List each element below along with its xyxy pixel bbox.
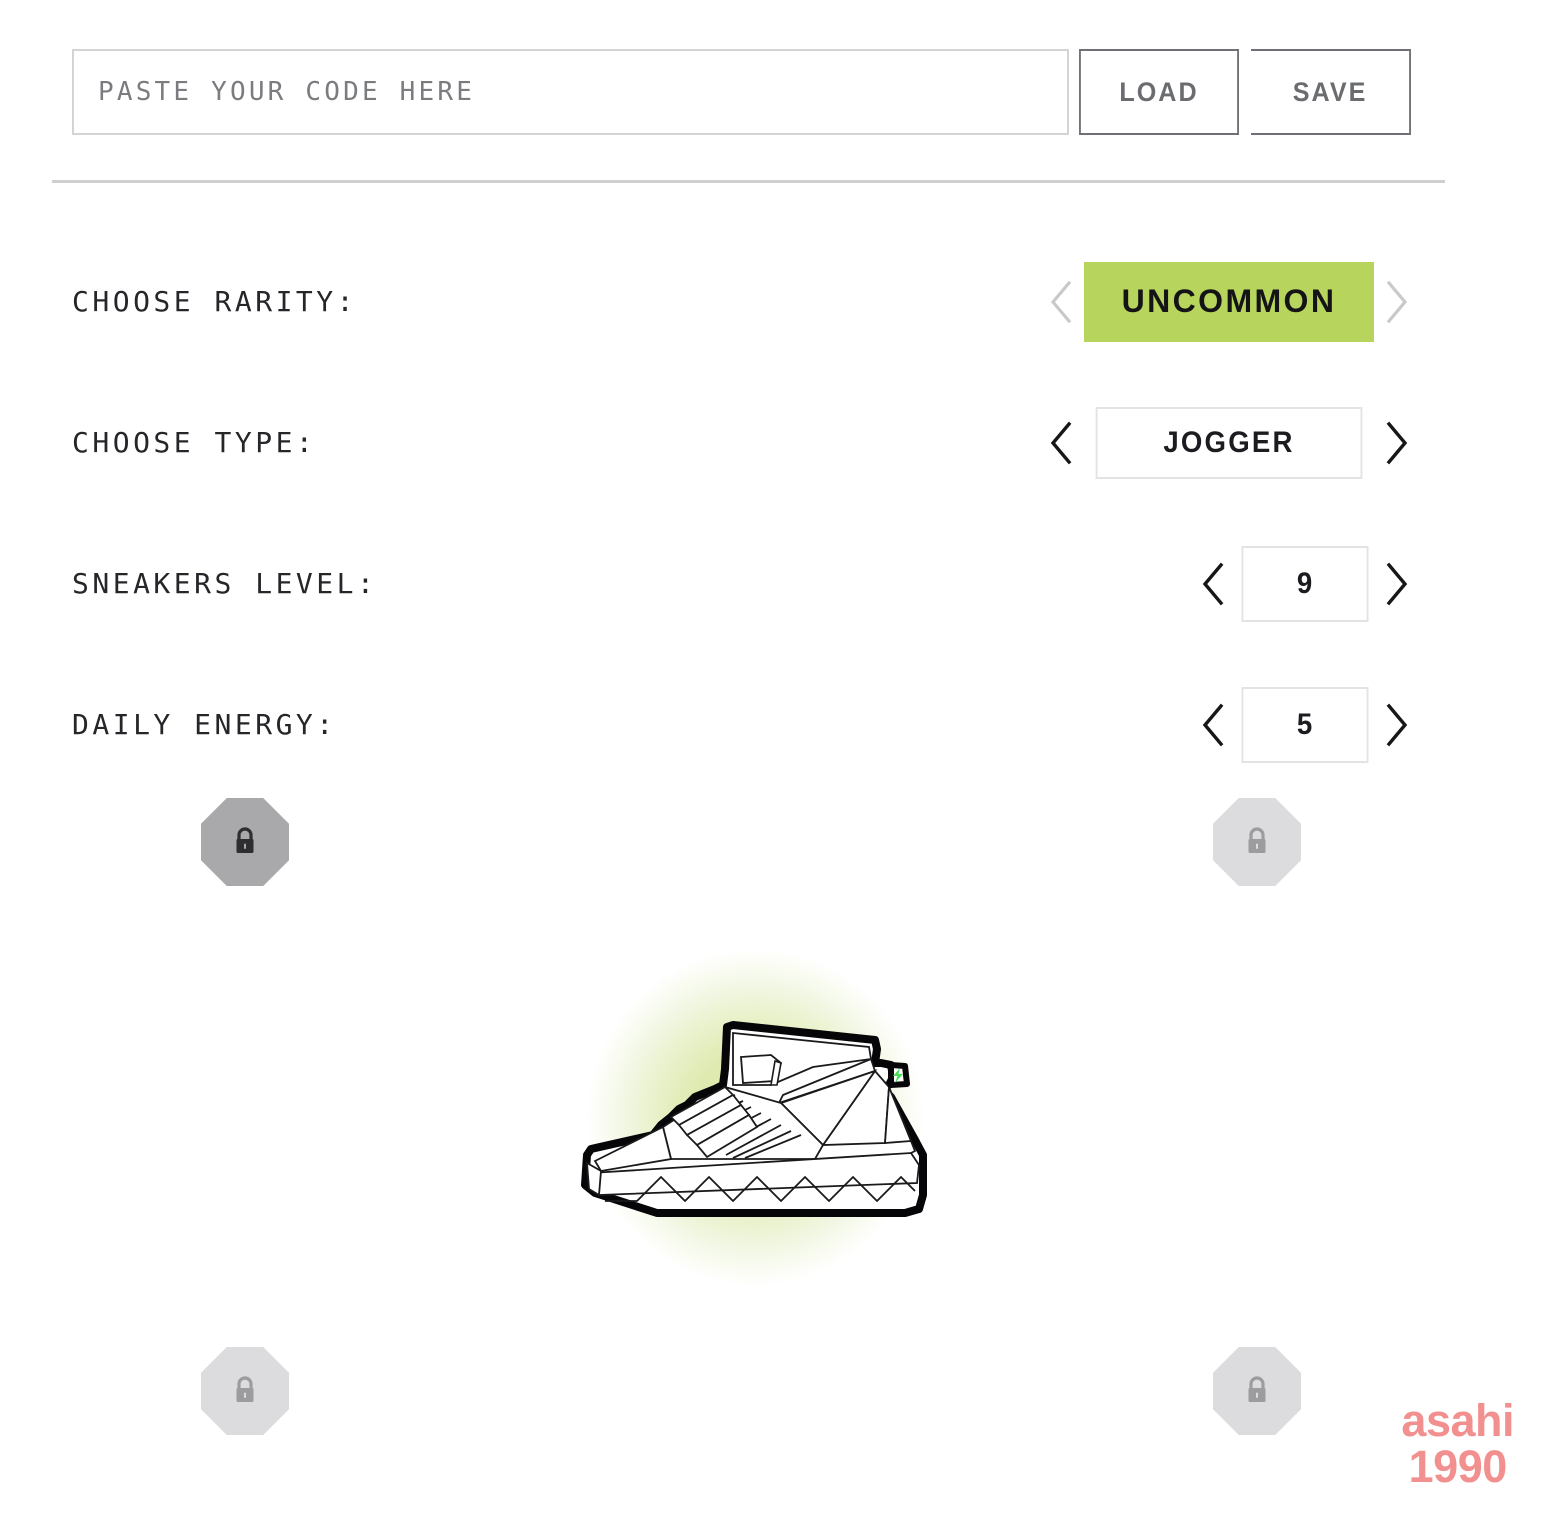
load-button-label: LOAD <box>1119 76 1199 107</box>
chevron-right-icon <box>1386 703 1408 746</box>
row-daily-energy: DAILY ENERGY: 5 <box>0 654 1552 795</box>
lock-slot-bottom-left[interactable] <box>201 1347 289 1435</box>
energy-value: 5 <box>1296 707 1314 741</box>
sneaker-configurator-page: LOAD SAVE CHOOSE RARITY: UNCOMMON <box>0 0 1552 1514</box>
stepper-type: JOGGER <box>1038 406 1420 479</box>
brand-line-1: asahi <box>1401 1395 1514 1447</box>
option-rows: CHOOSE RARITY: UNCOMMON CHOOSE TYPE: JOG… <box>0 231 1552 795</box>
row-choose-type: CHOOSE TYPE: JOGGER <box>0 372 1552 513</box>
row-choose-rarity: CHOOSE RARITY: UNCOMMON <box>0 231 1552 372</box>
header-divider <box>52 180 1445 183</box>
save-button[interactable]: SAVE <box>1251 49 1411 135</box>
chevron-right-icon <box>1386 562 1408 605</box>
lock-slot-top-left[interactable] <box>201 798 289 886</box>
lock-icon <box>236 827 254 853</box>
type-value: JOGGER <box>1163 425 1295 459</box>
type-next-button[interactable] <box>1374 415 1420 471</box>
rarity-next-button[interactable] <box>1374 274 1420 330</box>
chevron-right-icon <box>1386 280 1408 323</box>
energy-prev-button[interactable] <box>1190 697 1236 753</box>
save-button-label: SAVE <box>1292 76 1368 107</box>
label-choose-rarity: CHOOSE RARITY: <box>72 285 358 318</box>
code-toolbar: LOAD SAVE <box>72 49 1417 135</box>
chevron-left-icon <box>1050 421 1072 464</box>
level-prev-button[interactable] <box>1190 556 1236 612</box>
sneaker-illustration <box>581 1021 927 1217</box>
type-value-box[interactable]: JOGGER <box>1095 406 1363 479</box>
lock-icon <box>1248 1376 1266 1402</box>
load-button[interactable]: LOAD <box>1079 49 1239 135</box>
brand-line-2: 1990 <box>1408 1441 1508 1493</box>
chevron-right-icon <box>1386 421 1408 464</box>
stepper-level: 9 <box>1190 545 1420 622</box>
label-sneakers-level: SNEAKERS LEVEL: <box>72 567 378 600</box>
rarity-value: UNCOMMON <box>1121 283 1337 319</box>
label-choose-type: CHOOSE TYPE: <box>72 426 317 459</box>
code-input[interactable] <box>72 49 1069 135</box>
label-daily-energy: DAILY ENERGY: <box>72 708 337 741</box>
lock-icon <box>1248 827 1266 853</box>
lock-icon <box>236 1376 254 1402</box>
lock-slot-top-right[interactable] <box>1213 798 1301 886</box>
stepper-rarity: UNCOMMON <box>1038 261 1420 342</box>
rarity-prev-button[interactable] <box>1038 274 1084 330</box>
chevron-left-icon <box>1202 703 1224 746</box>
brand-logo: asahi 1990 <box>1401 1398 1514 1490</box>
energy-next-button[interactable] <box>1374 697 1420 753</box>
chevron-left-icon <box>1050 280 1072 323</box>
rarity-value-badge[interactable]: UNCOMMON <box>1084 261 1374 342</box>
level-next-button[interactable] <box>1374 556 1420 612</box>
energy-value-box[interactable]: 5 <box>1241 686 1369 763</box>
type-prev-button[interactable] <box>1038 415 1084 471</box>
level-value: 9 <box>1296 566 1314 600</box>
lock-slot-bottom-right[interactable] <box>1213 1347 1301 1435</box>
sneaker-preview-stage <box>575 945 935 1290</box>
chevron-left-icon <box>1202 562 1224 605</box>
row-sneakers-level: SNEAKERS LEVEL: 9 <box>0 513 1552 654</box>
level-value-box[interactable]: 9 <box>1241 545 1369 622</box>
stepper-energy: 5 <box>1190 686 1420 763</box>
